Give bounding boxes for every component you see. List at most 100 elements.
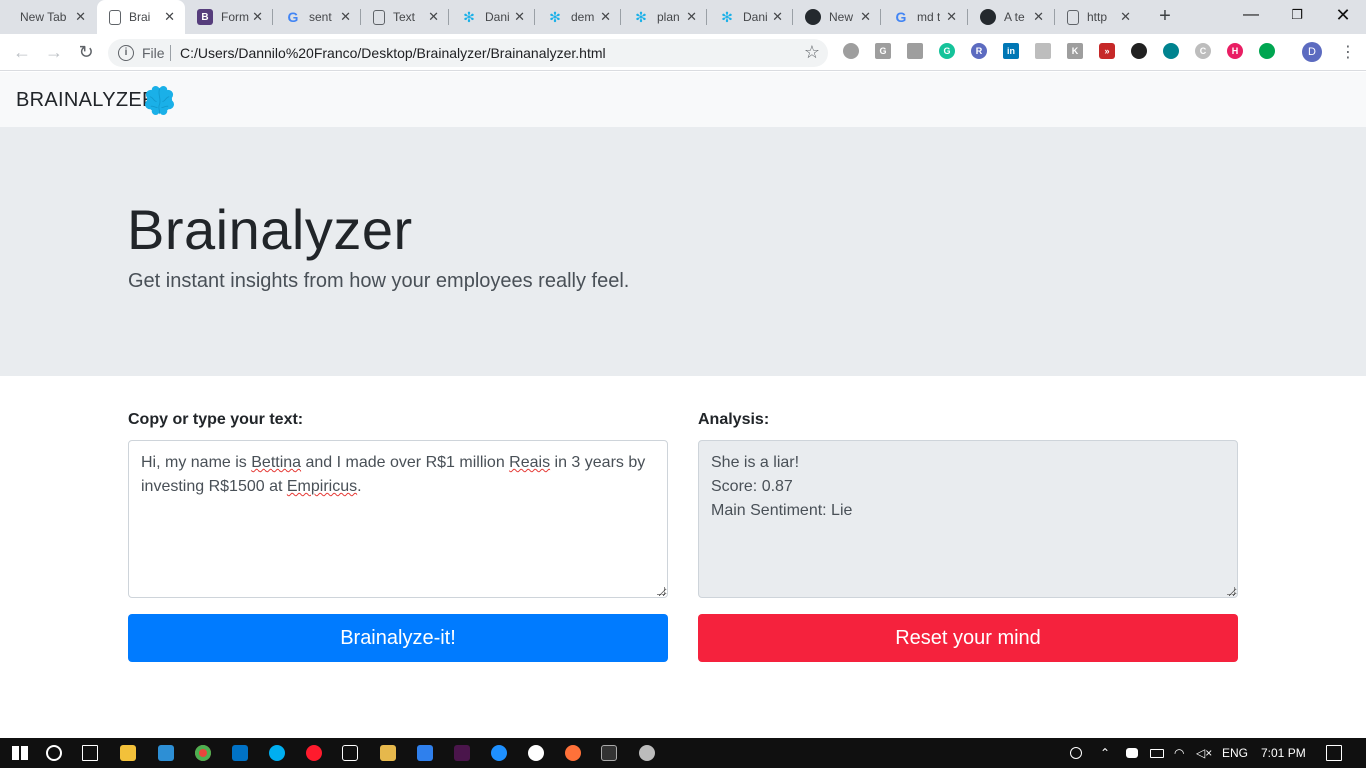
close-icon[interactable]: ✕	[1033, 10, 1044, 24]
notification-center-icon[interactable]	[1326, 745, 1342, 761]
todo-icon[interactable]	[417, 745, 433, 761]
close-icon[interactable]: ✕	[600, 10, 611, 24]
close-icon[interactable]: ✕	[514, 10, 525, 24]
extension-g-icon[interactable]: G	[875, 43, 891, 59]
volume-icon[interactable]: ◁×	[1196, 746, 1212, 760]
restore-icon[interactable]: ❐	[1274, 0, 1320, 30]
url-scheme-label: File	[142, 45, 165, 61]
extension-presentation-icon[interactable]	[907, 43, 923, 59]
reload-icon[interactable]: ↻	[76, 42, 96, 62]
tab-http[interactable]: http ✕	[1055, 0, 1141, 34]
jumbotron: Brainalyzer Get instant insights from ho…	[0, 127, 1366, 376]
tab-dani-2[interactable]: ✻ Dani ✕	[707, 0, 793, 34]
close-icon[interactable]: ✕	[252, 10, 263, 24]
google-icon: G	[287, 9, 299, 25]
network-icon: ✻	[635, 8, 647, 25]
slack-icon[interactable]	[454, 745, 470, 761]
info-icon[interactable]: i	[118, 45, 134, 61]
close-icon[interactable]: ✕	[946, 10, 957, 24]
close-icon[interactable]: ✕	[1120, 10, 1131, 24]
forward-arrow-icon[interactable]: →	[44, 42, 64, 62]
window-close-icon[interactable]: ✕	[1320, 0, 1366, 30]
extension-camera-icon[interactable]	[1131, 43, 1147, 59]
skype-icon[interactable]	[269, 745, 285, 761]
tab-github-ate[interactable]: A te ✕	[968, 0, 1054, 34]
chrome-taskbar-icon[interactable]	[195, 745, 211, 761]
tab-title: New Tab	[20, 10, 67, 24]
tab-github-new[interactable]: New ✕	[793, 0, 881, 34]
cmd-icon[interactable]	[601, 745, 617, 761]
tab-dem[interactable]: ✻ dem ✕	[535, 0, 621, 34]
profile-avatar[interactable]: D	[1302, 42, 1322, 62]
reset-button[interactable]: Reset your mind	[698, 614, 1238, 662]
page-icon	[109, 9, 121, 25]
page-title: Brainalyzer	[127, 198, 413, 261]
extension-chat-icon[interactable]	[1259, 43, 1275, 59]
url-text[interactable]: C:/Users/Dannilo%20Franco/Desktop/Braina…	[180, 45, 606, 61]
notes-icon[interactable]	[380, 745, 396, 761]
extension-circle-icon[interactable]	[843, 43, 859, 59]
tab-title: Text	[393, 10, 416, 24]
outlook-icon[interactable]	[232, 745, 248, 761]
chevron-up-icon[interactable]: ⌃	[1100, 746, 1110, 760]
close-icon[interactable]: ✕	[340, 10, 351, 24]
tab-brainalyzer[interactable]: Brai ✕	[97, 0, 185, 34]
extension-k-icon[interactable]: K	[1067, 43, 1083, 59]
task-view-icon[interactable]	[82, 745, 98, 761]
language-indicator[interactable]: ENG	[1222, 746, 1248, 760]
back-arrow-icon[interactable]: ←	[12, 42, 32, 62]
file-explorer-icon[interactable]	[120, 745, 136, 761]
extension-c-icon[interactable]: C	[1195, 43, 1211, 59]
browser-toolbar: ← → ↻ i File C:/Users/Dannilo%20Franco/D…	[0, 34, 1366, 71]
tab-sent[interactable]: G sent ✕	[273, 0, 361, 34]
brand-name[interactable]: BRAINALYZER	[16, 89, 157, 112]
new-tab-plus-icon[interactable]: +	[1153, 5, 1177, 29]
tab-form[interactable]: B Form ✕	[185, 0, 273, 34]
people-icon[interactable]	[1070, 747, 1082, 759]
tab-new-tab[interactable]: New Tab ✕	[8, 0, 96, 34]
analysis-verdict: She is a liar!	[711, 454, 800, 471]
cortana-search-icon[interactable]	[46, 745, 62, 761]
close-icon[interactable]: ✕	[75, 10, 86, 24]
firefox-icon[interactable]	[565, 745, 581, 761]
close-icon[interactable]: ✕	[772, 10, 783, 24]
tab-title: Form	[221, 10, 249, 24]
more-menu-icon[interactable]: ⋮	[1340, 42, 1356, 62]
tab-text[interactable]: Text ✕	[361, 0, 449, 34]
extension-forward-icon[interactable]: »	[1099, 43, 1115, 59]
close-icon[interactable]: ✕	[686, 10, 697, 24]
linkedin-icon[interactable]: in	[1003, 43, 1019, 59]
virtualbox-icon[interactable]	[342, 745, 358, 761]
close-icon[interactable]: ✕	[428, 10, 439, 24]
tab-plan[interactable]: ✻ plan ✕	[621, 0, 707, 34]
close-icon[interactable]: ✕	[860, 10, 871, 24]
resize-grip-icon[interactable]	[1227, 587, 1235, 595]
paint-icon[interactable]	[639, 745, 655, 761]
windows-start-icon[interactable]	[12, 746, 28, 760]
extension-doc-icon[interactable]	[1035, 43, 1051, 59]
address-bar[interactable]: i File C:/Users/Dannilo%20Franco/Desktop…	[108, 39, 828, 67]
bookmark-star-icon[interactable]: ☆	[804, 42, 820, 63]
battery-icon[interactable]	[1150, 749, 1164, 758]
output-label: Analysis:	[698, 411, 770, 428]
extension-mic-icon[interactable]	[1163, 43, 1179, 59]
snip-icon[interactable]	[528, 745, 544, 761]
text-input-area[interactable]: Hi, my name is Bettina and I made over R…	[128, 440, 668, 598]
edge-icon[interactable]	[491, 745, 507, 761]
extension-r-icon[interactable]: R	[971, 43, 987, 59]
extension-h-icon[interactable]: H	[1227, 43, 1243, 59]
clock-time[interactable]: 7:01 PM	[1261, 746, 1306, 760]
tab-md[interactable]: G md t ✕	[881, 0, 967, 34]
page-lead: Get instant insights from how your emplo…	[128, 270, 630, 292]
network-icon: ✻	[463, 8, 475, 25]
resize-grip-icon[interactable]	[657, 587, 665, 595]
brainalyze-button[interactable]: Brainalyze-it!	[128, 614, 668, 662]
close-icon[interactable]: ✕	[164, 10, 175, 24]
wifi-icon[interactable]: ◠	[1174, 746, 1184, 760]
minimize-icon[interactable]: —	[1228, 0, 1274, 30]
opera-icon[interactable]	[306, 745, 322, 761]
vscode-icon[interactable]	[158, 745, 174, 761]
grammarly-icon[interactable]: G	[939, 43, 955, 59]
dropbox-icon[interactable]	[1126, 748, 1138, 758]
tab-dani-1[interactable]: ✻ Dani ✕	[449, 0, 535, 34]
